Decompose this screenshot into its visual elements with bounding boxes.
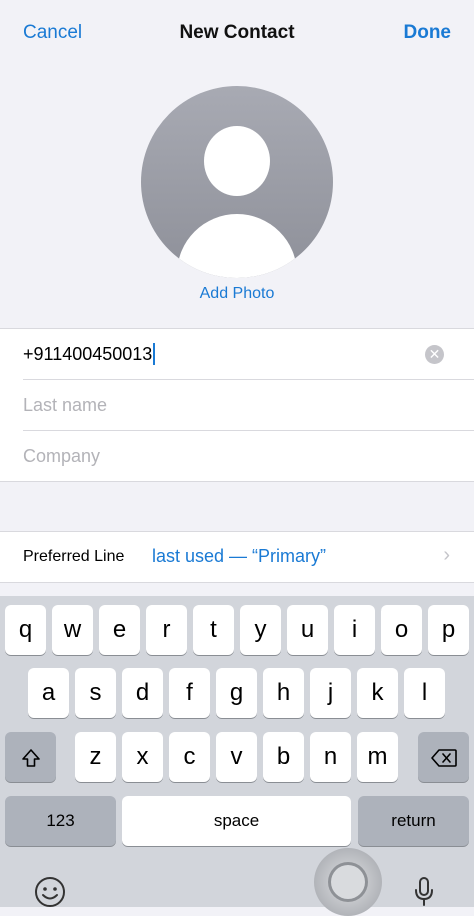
key-f[interactable]: f [169,668,210,718]
preferred-line-value: last used — “Primary” [152,546,327,566]
text-caret [153,343,156,365]
company-placeholder: Company [23,445,101,466]
backspace-icon [430,748,457,767]
key-d[interactable]: d [122,668,163,718]
add-photo-button[interactable]: Add Photo [0,285,474,303]
key-e[interactable]: e [99,605,140,655]
key-a[interactable]: a [28,668,69,718]
shift-icon [21,748,40,767]
key-k[interactable]: k [357,668,398,718]
contact-avatar[interactable] [141,86,333,278]
key-m[interactable]: m [357,732,398,782]
key-i[interactable]: i [334,605,375,655]
delete-key[interactable] [418,732,469,782]
preferred-line-label: Preferred Line [23,548,125,565]
avatar-body-shape [177,214,297,278]
key-y[interactable]: y [240,605,281,655]
last-name-field[interactable]: Last name [23,380,474,431]
key-w[interactable]: w [52,605,93,655]
key-b[interactable]: b [263,732,304,782]
avatar-head-shape [204,126,270,196]
key-v[interactable]: v [216,732,257,782]
key-p[interactable]: p [428,605,469,655]
key-u[interactable]: u [287,605,328,655]
company-field[interactable]: Company [23,431,474,481]
key-g[interactable]: g [216,668,257,718]
key-z[interactable]: z [75,732,116,782]
first-name-value: +911400450013 [23,343,153,364]
key-l[interactable]: l [404,668,445,718]
assistive-touch-button[interactable] [314,848,382,916]
key-q[interactable]: q [5,605,46,655]
key-r[interactable]: r [146,605,187,655]
key-h[interactable]: h [263,668,304,718]
return-key[interactable]: return [358,796,469,846]
chevron-right-icon: › [443,544,450,566]
shift-key[interactable] [5,732,56,782]
numbers-key[interactable]: 123 [5,796,116,846]
done-button[interactable]: Done [404,22,452,44]
preferred-line-row[interactable]: Preferred Line last used — “Primary” › [0,531,474,583]
first-name-field[interactable]: +911400450013 ✕ [23,329,474,380]
space-key[interactable]: space [122,796,351,846]
key-j[interactable]: j [310,668,351,718]
key-o[interactable]: o [381,605,422,655]
emoji-icon[interactable] [34,876,66,913]
key-s[interactable]: s [75,668,116,718]
name-fields-group: +911400450013 ✕ Last name Company [0,328,474,482]
key-n[interactable]: n [310,732,351,782]
keyboard: q w e r t y u i o p a s d f g h j k l z … [0,596,474,907]
clear-text-icon[interactable]: ✕ [425,345,444,364]
key-c[interactable]: c [169,732,210,782]
key-t[interactable]: t [193,605,234,655]
key-x[interactable]: x [122,732,163,782]
assistive-touch-inner [331,865,365,899]
last-name-placeholder: Last name [23,394,108,415]
